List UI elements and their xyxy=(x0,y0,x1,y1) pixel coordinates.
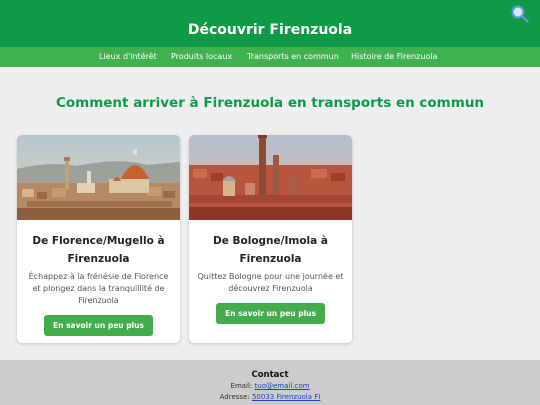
footer-address: Adresse: 50033 Firenzuola FI xyxy=(0,392,540,403)
page-title: Comment arriver à Firenzuola en transpor… xyxy=(55,95,485,111)
florence-photo xyxy=(17,135,180,220)
learn-more-button-bologna[interactable]: En savoir un peu plus xyxy=(216,303,325,324)
card-description: Échappez à la frénésie de Florence et pl… xyxy=(28,272,169,305)
address-label: Adresse: xyxy=(219,393,252,401)
nav-item-histoire[interactable]: Histoire de Firenzuola xyxy=(351,47,437,67)
search-icon[interactable] xyxy=(510,4,530,24)
nav-bar: Lieux d'intérêt Produits locaux Transpor… xyxy=(0,47,540,67)
footer: Contact Email: tuo@email.com Adresse: 50… xyxy=(0,360,540,405)
site-header: Découvrir Firenzuola xyxy=(0,0,540,47)
email-label: Email: xyxy=(230,382,255,390)
card-description: Quittez Bologne pour une journée et déco… xyxy=(197,272,344,293)
email-link[interactable]: tuo@email.com xyxy=(255,382,310,390)
nav-item-lieux[interactable]: Lieux d'intérêt xyxy=(99,47,157,67)
card-florence: De Florence/Mugello à Firenzuola Échappe… xyxy=(17,135,180,343)
card-bologna: De Bologne/Imola à Firenzuola Quittez Bo… xyxy=(189,135,352,343)
nav-item-transports[interactable]: Transports en commun xyxy=(247,47,339,67)
address-link[interactable]: 50033 Firenzuola FI xyxy=(252,393,320,401)
card-title: De Florence/Mugello à Firenzuola xyxy=(32,235,165,265)
footer-email: Email: tuo@email.com xyxy=(0,381,540,392)
learn-more-button-florence[interactable]: En savoir un peu plus xyxy=(44,315,153,336)
card-title: De Bologne/Imola à Firenzuola xyxy=(213,235,328,265)
nav-item-produits[interactable]: Produits locaux xyxy=(171,47,232,67)
site-title: Découvrir Firenzuola xyxy=(187,22,353,38)
bologna-photo xyxy=(189,135,352,220)
footer-title: Contact xyxy=(251,370,289,380)
